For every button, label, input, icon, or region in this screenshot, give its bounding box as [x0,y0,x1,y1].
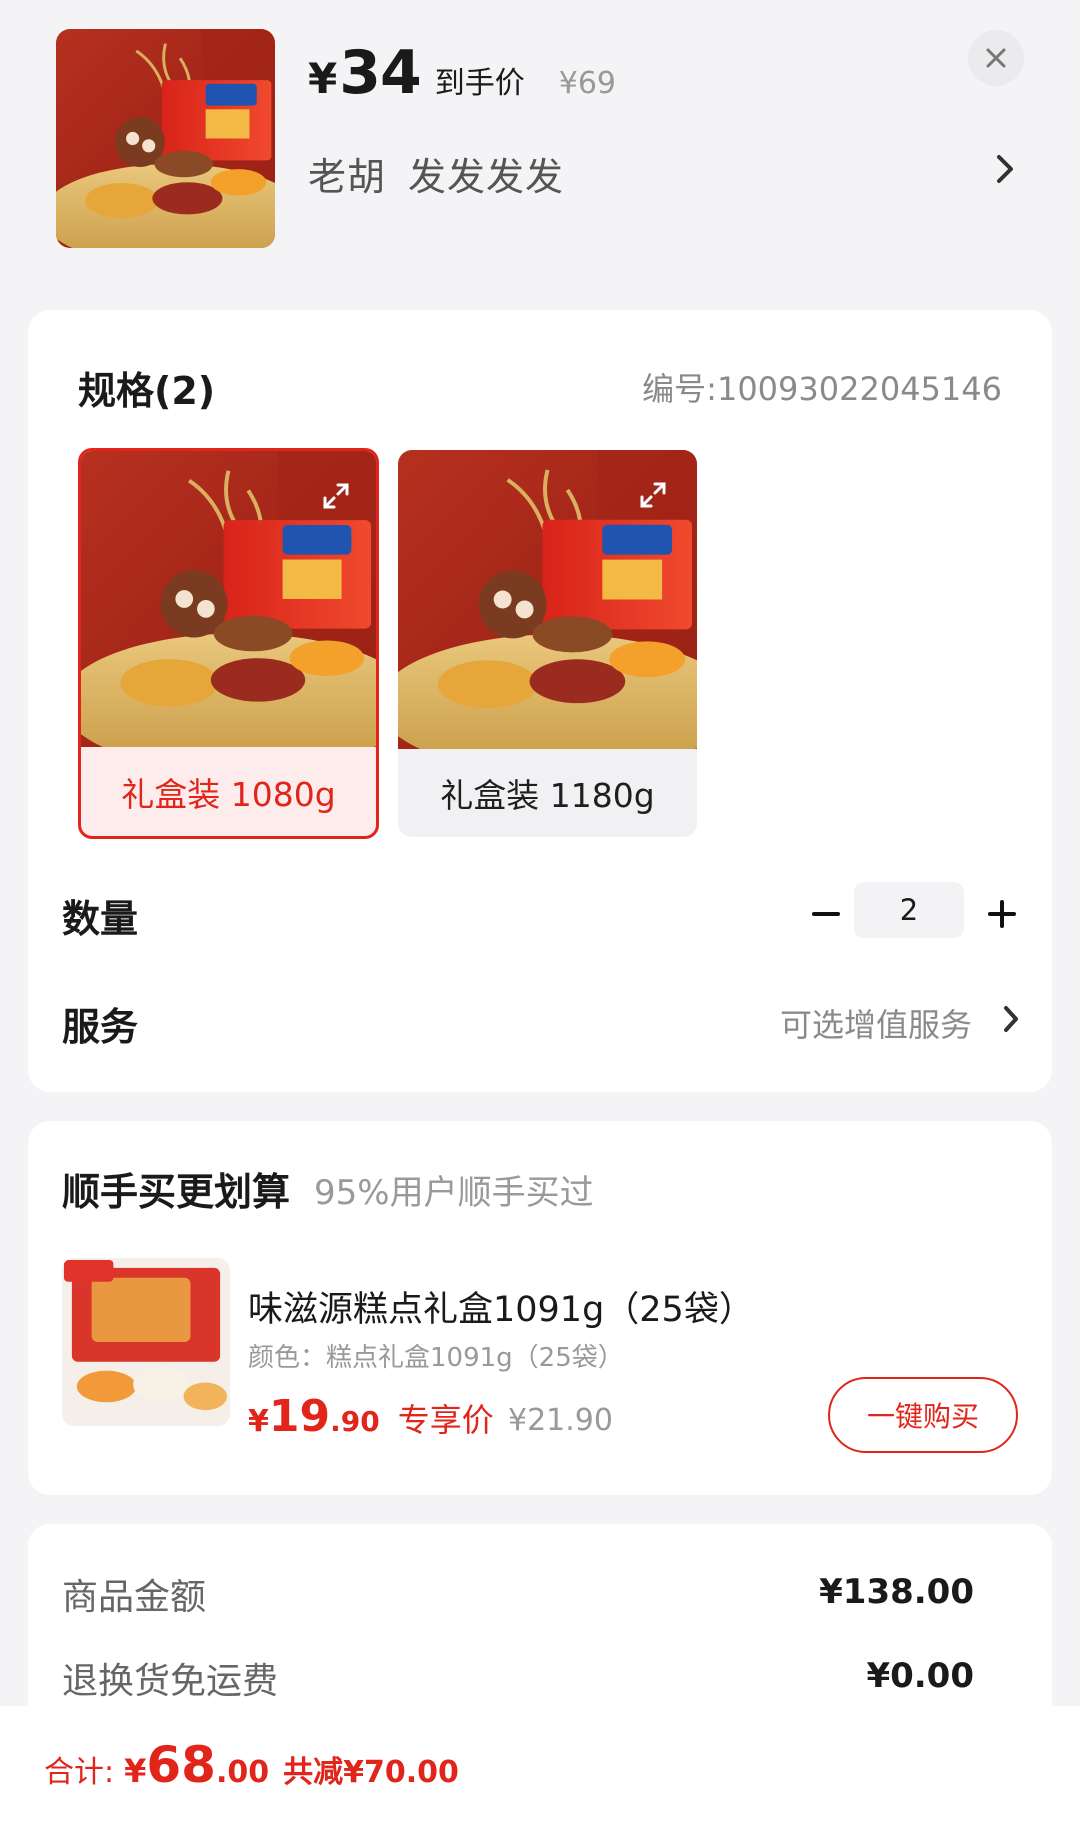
total-currency: ¥ [124,1752,147,1790]
summary-value-goods: ¥138.00 [819,1572,974,1612]
product-code: 编号:10093022045146 [642,370,1002,408]
addon-product-image[interactable] [62,1258,230,1426]
summary-value-shipping: ¥0.00 [866,1656,974,1696]
total-label: 合计: [44,1755,115,1790]
currency-symbol: ¥ [308,54,338,103]
spec-option-label: 礼盒装 1080g [121,775,336,814]
addon-subtitle: 95%用户顺手买过 [314,1173,594,1213]
product-thumbnail[interactable] [56,29,275,248]
summary-label-shipping: 退换货免运费 [62,1661,279,1702]
addon-product-color: 颜色：糕点礼盒1091g（25袋） [248,1343,624,1373]
plus-icon[interactable] [980,892,1024,936]
summary-label-goods: 商品金额 [62,1577,207,1618]
expand-icon[interactable] [638,480,668,510]
total-dec: .00 [215,1755,270,1790]
one-click-buy-button[interactable]: 一键购买 [828,1377,1018,1453]
final-price: ¥ 34 到手价 ¥69 [308,38,616,108]
chevron-right-icon[interactable] [1000,1002,1022,1036]
addon-title: 顺手买更划算 [62,1170,291,1214]
seller-name: 老胡 [308,155,387,199]
addon-price-dec: .90 [330,1405,380,1438]
bottom-total-bar: 合计: ¥ 68 .00 共减¥70.00 [0,1706,1080,1823]
service-label: 服务 [62,1005,139,1049]
spec-option-1080g[interactable]: 礼盒装 1080g [78,448,379,839]
order-total: 合计: ¥ 68 .00 共减¥70.00 [44,1736,459,1796]
spec-card: 规格(2) 编号:10093022045146 礼盒装 1080g 礼盒装 11… [28,310,1052,1092]
addon-price-currency: ¥ [248,1404,269,1439]
spec-option-label: 礼盒装 1180g [440,776,655,815]
addon-price-tag: 专享价 [397,1401,494,1439]
seller-info[interactable]: 老胡 发发发发 [308,146,564,201]
expand-icon[interactable] [321,481,351,511]
minus-icon[interactable] [804,892,848,936]
quantity-label: 数量 [62,897,139,941]
original-price: ¥69 [558,66,616,101]
chevron-right-icon[interactable] [992,150,1018,188]
addon-original-price: ¥21.90 [508,1403,613,1438]
price-value: 34 [339,38,421,108]
spec-title: 规格(2) [78,369,216,413]
service-hint[interactable]: 可选增值服务 [780,1000,972,1046]
seller-note: 发发发发 [408,155,565,199]
total-int: 68 [146,1736,216,1794]
addon-product-name: 味滋源糕点礼盒1091g（25袋） [248,1290,754,1330]
spec-option-1180g[interactable]: 礼盒装 1180g [398,450,697,837]
addon-price: ¥ 19 .90 专享价 [248,1391,494,1451]
close-button[interactable] [968,30,1024,86]
total-saving: 共减¥70.00 [283,1755,459,1790]
quantity-input[interactable]: 2 [854,882,964,938]
price-tag: 到手价 [434,66,525,101]
product-header: ¥ 34 到手价 ¥69 老胡 发发发发 [0,0,1080,280]
close-icon [986,48,1006,68]
addon-card: 顺手买更划算 95%用户顺手买过 味滋源糕点礼盒1091g（25袋） 颜色：糕点… [28,1121,1052,1495]
addon-price-int: 19 [268,1391,331,1442]
sku-selector-sheet: ¥ 34 到手价 ¥69 老胡 发发发发 规格(2) 编号:10093022045… [0,0,1080,1823]
